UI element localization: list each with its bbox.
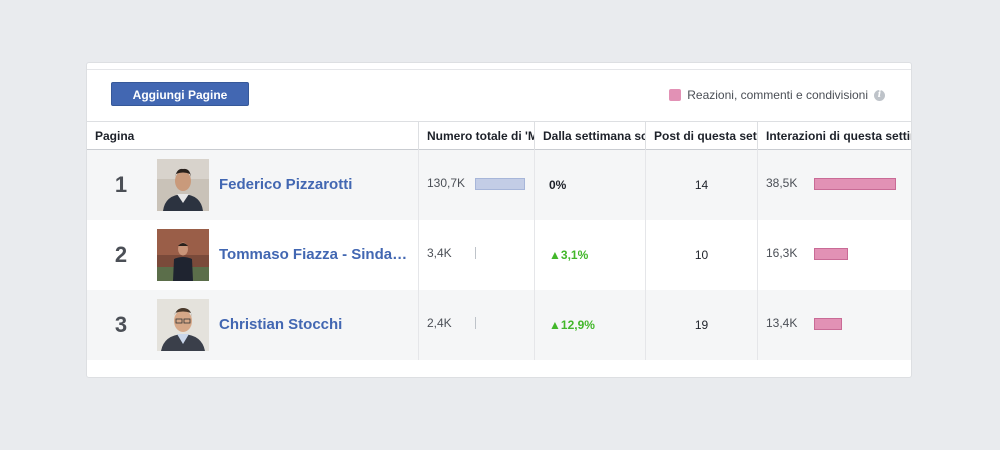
posts-week-value: 19 <box>694 318 709 332</box>
weekly-change-cell: ▲3,1% <box>535 220 646 290</box>
interactions-week-cell: 16,3K <box>758 220 911 290</box>
table-row: 1 Federico Pizzarotti 130,7K 0% 14 38,5K <box>87 150 911 220</box>
page-cell <box>87 290 419 360</box>
interactions-bar <box>814 248 848 260</box>
interactions-bar <box>814 178 896 190</box>
table-row: 3 Christian Stocchi 2,4K ▲12,9% 19 13,4K <box>87 290 911 360</box>
table-header: Pagina Numero totale di 'Mi piace' della… <box>87 121 911 150</box>
total-fans-bar <box>475 317 476 329</box>
column-header-interactions-week[interactable]: Interazioni di questa settimana <box>758 122 911 150</box>
posts-week-cell: 19 <box>646 290 758 360</box>
posts-week-cell: 10 <box>646 220 758 290</box>
weekly-change-value: 0% <box>549 178 567 192</box>
comparison-card: Aggiungi Pagine Reazioni, commenti e con… <box>86 62 912 378</box>
column-header-posts-week[interactable]: Post di questa settimana <box>646 122 758 150</box>
total-fans-value: 2,4K <box>427 316 452 330</box>
info-icon[interactable]: i <box>874 89 885 101</box>
page-cell <box>87 220 419 290</box>
interactions-week-value: 16,3K <box>766 246 798 260</box>
total-fans-cell: 130,7K <box>419 150 535 220</box>
column-header-total-fans[interactable]: Numero totale di 'Mi piace' della Pagina <box>419 122 535 150</box>
weekly-change-value: ▲3,1% <box>549 248 589 262</box>
divider <box>87 69 911 70</box>
legend-swatch <box>669 89 682 101</box>
weekly-change-cell: ▲12,9% <box>535 290 646 360</box>
interactions-week-value: 13,4K <box>766 316 798 330</box>
interactions-bar <box>814 318 842 330</box>
total-fans-value: 130,7K <box>427 176 466 190</box>
total-fans-cell: 3,4K <box>419 220 535 290</box>
page-cell <box>87 150 419 220</box>
interactions-week-cell: 38,5K <box>758 150 911 220</box>
add-pages-button[interactable]: Aggiungi Pagine <box>111 82 249 106</box>
weekly-change-number: 3,1% <box>560 248 589 262</box>
total-fans-cell: 2,4K <box>419 290 535 360</box>
total-fans-value: 3,4K <box>427 246 452 260</box>
legend-label: Reazioni, commenti e condivisioni <box>687 88 868 102</box>
total-fans-bar <box>475 178 525 190</box>
posts-week-cell: 14 <box>646 150 758 220</box>
posts-week-value: 10 <box>694 248 709 262</box>
weekly-change-cell: 0% <box>535 150 646 220</box>
weekly-change-number: 12,9% <box>560 318 595 332</box>
interactions-week-cell: 13,4K <box>758 290 911 360</box>
legend: Reazioni, commenti e condivisioni i <box>669 88 885 102</box>
interactions-week-value: 38,5K <box>766 176 798 190</box>
column-header-weekly-change[interactable]: Dalla settimana scorsa <box>535 122 646 150</box>
posts-week-value: 14 <box>694 178 709 192</box>
weekly-change-value: ▲12,9% <box>549 318 595 332</box>
total-fans-bar <box>475 247 476 259</box>
table-row: 2 Tommaso Fiazza - Sindaco di Fidenza 3,… <box>87 220 911 290</box>
column-header-page[interactable]: Pagina <box>87 122 419 150</box>
